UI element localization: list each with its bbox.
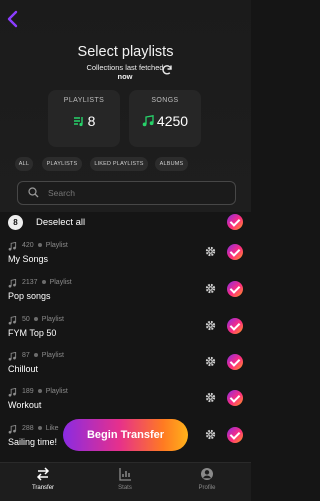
playlist-name: Chillout [8,364,39,374]
page-title: Select playlists [77,44,174,60]
playlist-row[interactable]: 420 Playlist My Songs [0,242,251,277]
filter-chip-liked-playlists[interactable]: LIKED PLAYLISTS [90,157,148,171]
music-note-icon [8,352,17,361]
search-input[interactable]: Search [48,188,75,198]
music-note-icon [8,242,17,251]
playlist-track-count: 2137 [22,279,38,286]
tab-transfer-label: Transfer [31,485,55,491]
separator-dot [33,352,38,357]
playlist-checkbox[interactable] [227,390,243,406]
playlist-meta: 87 Playlist [22,352,64,359]
search-field[interactable]: Search [17,181,236,205]
songs-stat-card: SONGS 4250 [129,90,201,147]
separator-dot [37,242,42,247]
playlists-stat-value: 8 [87,113,96,129]
gear-icon[interactable] [205,392,216,403]
playlist-icon [73,117,83,127]
playlist-meta: 2137 Playlist [22,279,72,286]
search-icon [28,187,39,198]
playlist-checkbox[interactable] [227,244,243,260]
playlist-type: Playlist [49,279,72,286]
playlist-name: FYM Top 50 [8,328,57,338]
music-note-icon [8,425,17,434]
playlists-stat-card: PLAYLISTS 8 [48,90,120,147]
filter-chip-all[interactable]: ALL [15,157,33,171]
transfer-icon [36,467,50,481]
playlist-type: Playlist [41,316,64,323]
playlist-type: Playlist [41,352,64,359]
gear-icon[interactable] [205,356,216,367]
gear-icon[interactable] [205,429,216,440]
playlist-checkbox[interactable] [227,318,243,334]
playlist-track-count: 50 [22,316,30,323]
playlist-meta: 189 Playlist [22,388,68,395]
gear-icon[interactable] [205,283,216,294]
gear-icon[interactable] [205,320,216,331]
tab-stats-label: Stats [118,485,132,491]
back-arrow-icon[interactable] [6,10,20,28]
playlist-track-count: 189 [22,388,34,395]
selected-count-badge: 8 [8,215,23,230]
playlist-track-count: 87 [22,352,30,359]
playlist-checkbox[interactable] [227,427,243,443]
begin-transfer-button[interactable]: Begin Transfer [63,419,188,451]
playlist-type: Playlist [45,242,68,249]
tab-stats[interactable]: Stats [95,467,155,491]
playlist-name: Sailing time! [8,437,58,447]
music-note-icon [8,279,17,288]
tab-profile-label: Profile [198,485,216,491]
playlist-row[interactable]: 87 Playlist Chillout [0,352,251,387]
deselect-all-label[interactable]: Deselect all [36,217,85,228]
music-note-icon [8,388,17,397]
playlist-name: My Songs [8,254,49,264]
playlist-row[interactable]: 50 Playlist FYM Top 50 [0,316,251,351]
filter-chip-albums[interactable]: ALBUMS [155,157,188,171]
playlist-track-count: 420 [22,242,34,249]
songs-stat-value: 4250 [156,113,189,129]
playlist-checkbox[interactable] [227,281,243,297]
separator-dot [37,425,42,430]
stats-icon [119,468,131,481]
playlist-meta: 50 Playlist [22,316,64,323]
playlist-type: Like [45,425,59,432]
playlist-name: Pop songs [8,291,51,301]
playlist-name: Workout [8,400,42,410]
last-fetched-label: Collections last fetched [86,63,164,72]
separator-dot [37,388,42,393]
playlist-row[interactable]: 189 Playlist Workout [0,388,251,423]
playlist-type: Playlist [45,388,68,395]
profile-icon [201,468,213,480]
music-note-icon [8,316,17,325]
separator-dot [33,316,38,321]
songs-stat-label: SONGS [151,97,179,104]
playlists-stat-label: PLAYLISTS [63,97,105,104]
tab-transfer[interactable]: Transfer [13,467,73,491]
refresh-icon[interactable] [161,64,173,76]
select-all-checkbox[interactable] [227,214,243,230]
playlist-checkbox[interactable] [227,354,243,370]
filter-chip-playlists[interactable]: PLAYLISTS [42,157,82,171]
playlist-track-count: 288 [22,425,34,432]
tab-profile[interactable]: Profile [177,467,237,491]
gear-icon[interactable] [205,246,216,257]
separator-dot [41,279,46,284]
playlist-meta: 288 Like [22,425,59,432]
playlist-meta: 420 Playlist [22,242,68,249]
music-note-icon [142,115,154,127]
playlist-row[interactable]: 2137 Playlist Pop songs [0,279,251,314]
bottom-navigation: Transfer Stats Profile [0,462,251,501]
